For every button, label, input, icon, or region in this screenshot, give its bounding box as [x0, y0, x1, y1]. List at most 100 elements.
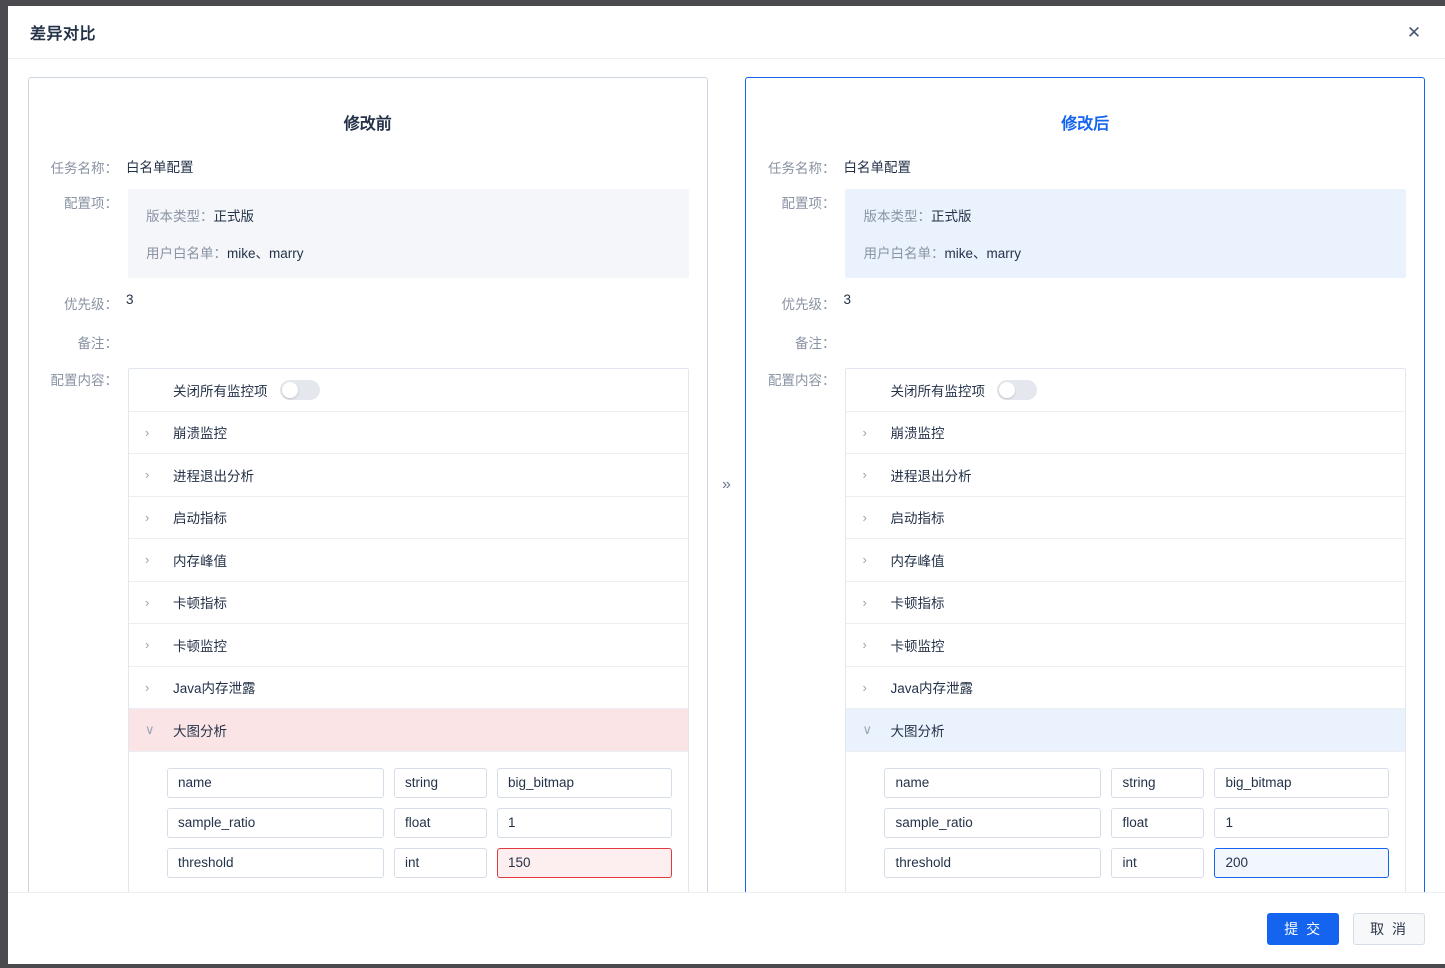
form-label-priority-before: 优先级：: [64, 297, 118, 312]
accordion-item-label-5-before: 卡顿监控: [173, 638, 227, 654]
chevron-right-icon-1-before: ›: [145, 467, 150, 483]
accordion-item-label-6-before: Java内存泄露: [173, 681, 256, 697]
form-row-content-after: 配置内容： 关闭所有监控项 › 崩溃监控 › 进程退出分析 › 启动指标 › 内存峰值 › 卡顿指标 ›…: [746, 368, 1424, 892]
diff-compare-dialog: 差异对比 ✕ 修改前 任务名称： 白名单配置 配置项： 版本类型：正式版 用户白名单：mi…: [8, 6, 1445, 964]
accordion-after: 关闭所有监控项 › 崩溃监控 › 进程退出分析 › 启动指标 › 内存峰值 › 卡顿指标 › 卡顿监控 ›…: [845, 368, 1407, 892]
field-name-2-after[interactable]: threshold: [884, 847, 1102, 878]
chevron-down-icon-7-before: ∨: [145, 721, 155, 737]
accordion-item-5-after[interactable]: › 卡顿监控: [846, 624, 1406, 667]
chevron-right-icon-0-after: ›: [862, 424, 867, 440]
config-item-value-1-before: mike、marry: [227, 246, 304, 261]
field-value-0-after[interactable]: big_bitmap: [1214, 767, 1390, 798]
accordion-fields-before: name string big_bitmap sample_ratio float 1 th…: [129, 751, 688, 892]
form-row-remark-after: 备注：: [746, 331, 1424, 352]
config-items-box-before: 版本类型：正式版 用户白名单：mike、marry: [128, 189, 689, 278]
accordion-item-0-after[interactable]: › 崩溃监控: [846, 411, 1406, 454]
close-icon[interactable]: ✕: [1401, 19, 1427, 45]
accordion-item-1-after[interactable]: › 进程退出分析: [846, 454, 1406, 497]
accordion-item-4-before[interactable]: › 卡顿指标: [129, 581, 688, 624]
form-row-content-before: 配置内容： 关闭所有监控项 › 崩溃监控 › 进程退出分析 › 启动指标 › 内存峰值 › 卡顿指标 ›…: [29, 368, 707, 892]
accordion-toggle-label-before: 关闭所有监控项: [173, 383, 268, 399]
submit-button[interactable]: 提 交: [1267, 912, 1340, 945]
field-value-1-before[interactable]: 1: [497, 807, 672, 838]
cancel-button[interactable]: 取 消: [1353, 912, 1425, 945]
field-row-1-before: sample_ratio float 1: [167, 807, 672, 838]
field-value-2-after[interactable]: 200: [1214, 847, 1390, 878]
field-type-1-before[interactable]: float: [394, 807, 487, 838]
config-items-box-after: 版本类型：正式版 用户白名单：mike、marry: [845, 189, 1407, 278]
chevron-right-icon-0-before: ›: [145, 424, 150, 440]
close-all-monitors-switch-before[interactable]: [279, 379, 320, 400]
field-type-2-after[interactable]: int: [1111, 847, 1205, 878]
accordion-item-6-after[interactable]: › Java内存泄露: [846, 666, 1406, 709]
form-value-remark-before: [121, 331, 689, 349]
form-label-remark-before: 备注：: [77, 336, 119, 351]
config-item-key-0-before: 版本类型：: [146, 209, 214, 224]
form-value-priority-after: 3: [843, 292, 851, 307]
accordion-item-7-after[interactable]: ∨ 大图分析: [846, 709, 1406, 752]
field-name-2-before[interactable]: threshold: [167, 847, 384, 878]
chevron-down-icon-7-after: ∨: [862, 721, 872, 737]
config-item-0-after: 版本类型：正式版: [863, 205, 1388, 225]
chevron-right-icon-3-after: ›: [862, 552, 867, 568]
accordion-item-label-2-after: 启动指标: [890, 511, 945, 527]
chevron-right-icon-2-after: ›: [862, 509, 867, 525]
accordion-toggle-label-after: 关闭所有监控项: [890, 383, 985, 399]
accordion-item-2-before[interactable]: › 启动指标: [129, 496, 688, 539]
panel-before: 修改前 任务名称： 白名单配置 配置项： 版本类型：正式版 用户白名单：mike、marr…: [28, 77, 708, 892]
close-all-monitors-switch-after[interactable]: [996, 379, 1037, 400]
accordion-item-5-before[interactable]: › 卡顿监控: [129, 624, 688, 667]
field-name-0-before[interactable]: name: [167, 767, 384, 798]
field-row-0-before: name string big_bitmap: [167, 767, 672, 798]
panel-title-after: 修改后: [1061, 116, 1110, 133]
accordion-item-7-before[interactable]: ∨ 大图分析: [129, 709, 688, 752]
panel-separator: »: [708, 77, 746, 892]
dialog-footer: 提 交 取 消: [8, 892, 1445, 964]
config-item-0-before: 版本类型：正式版: [146, 205, 671, 225]
accordion-item-2-after[interactable]: › 启动指标: [846, 496, 1406, 539]
config-item-1-before: 用户白名单：mike、marry: [146, 242, 671, 262]
field-type-0-after[interactable]: string: [1111, 767, 1205, 798]
accordion-item-label-7-before: 大图分析: [173, 723, 227, 739]
accordion-item-3-after[interactable]: › 内存峰值: [846, 539, 1406, 582]
field-value-0-before[interactable]: big_bitmap: [497, 767, 672, 798]
field-type-1-after[interactable]: float: [1111, 807, 1205, 838]
field-name-1-after[interactable]: sample_ratio: [884, 807, 1102, 838]
dialog-header: 差异对比 ✕: [8, 6, 1445, 59]
accordion-item-0-before[interactable]: › 崩溃监控: [129, 411, 688, 454]
form-value-task-name-after: 白名单配置: [843, 160, 911, 175]
content-wrapper-after: 关闭所有监控项 › 崩溃监控 › 进程退出分析 › 启动指标 › 内存峰值 › 卡顿指标 › 卡顿监控 ›…: [838, 368, 1407, 892]
form-value-remark-after: [838, 331, 1406, 349]
form-label-content-before: 配置内容：: [50, 373, 119, 388]
config-item-key-1-before: 用户白名单：: [146, 246, 227, 261]
accordion-item-4-after[interactable]: › 卡顿指标: [846, 581, 1406, 624]
form-value-priority-before: 3: [126, 292, 134, 307]
field-type-2-before[interactable]: int: [394, 847, 487, 878]
config-item-value-0-after: 正式版: [930, 209, 972, 224]
double-chevron-right-icon: »: [722, 475, 731, 493]
accordion-item-3-before[interactable]: › 内存峰值: [129, 539, 688, 582]
field-value-2-before[interactable]: 150: [497, 847, 672, 878]
panel-title-before: 修改前: [343, 116, 392, 133]
form-row-priority-after: 优先级： 3: [746, 292, 1424, 313]
config-item-value-0-before: 正式版: [213, 209, 255, 224]
form-label-task-name-after: 任务名称：: [767, 161, 836, 176]
accordion-item-6-before[interactable]: › Java内存泄露: [129, 666, 688, 709]
accordion-item-label-3-after: 内存峰值: [890, 553, 945, 569]
accordion-item-label-4-after: 卡顿指标: [890, 596, 945, 612]
accordion-item-label-5-after: 卡顿监控: [890, 638, 945, 654]
field-name-0-after[interactable]: name: [884, 767, 1102, 798]
accordion-item-1-before[interactable]: › 进程退出分析: [129, 454, 688, 497]
form-row-config-items-before: 配置项： 版本类型：正式版 用户白名单：mike、marry: [29, 189, 707, 278]
config-item-key-0-after: 版本类型：: [863, 209, 931, 224]
form-label-config-items-after: 配置项：: [781, 196, 836, 211]
chevron-right-icon-1-after: ›: [862, 467, 867, 483]
chevron-right-icon-4-after: ›: [862, 594, 867, 610]
chevron-right-icon-2-before: ›: [145, 509, 150, 525]
accordion-item-label-4-before: 卡顿指标: [173, 596, 227, 612]
field-name-1-before[interactable]: sample_ratio: [167, 807, 384, 838]
accordion-item-label-3-before: 内存峰值: [173, 553, 227, 569]
field-value-1-after[interactable]: 1: [1214, 807, 1390, 838]
accordion-item-label-0-after: 崩溃监控: [890, 426, 945, 442]
field-type-0-before[interactable]: string: [394, 767, 487, 798]
